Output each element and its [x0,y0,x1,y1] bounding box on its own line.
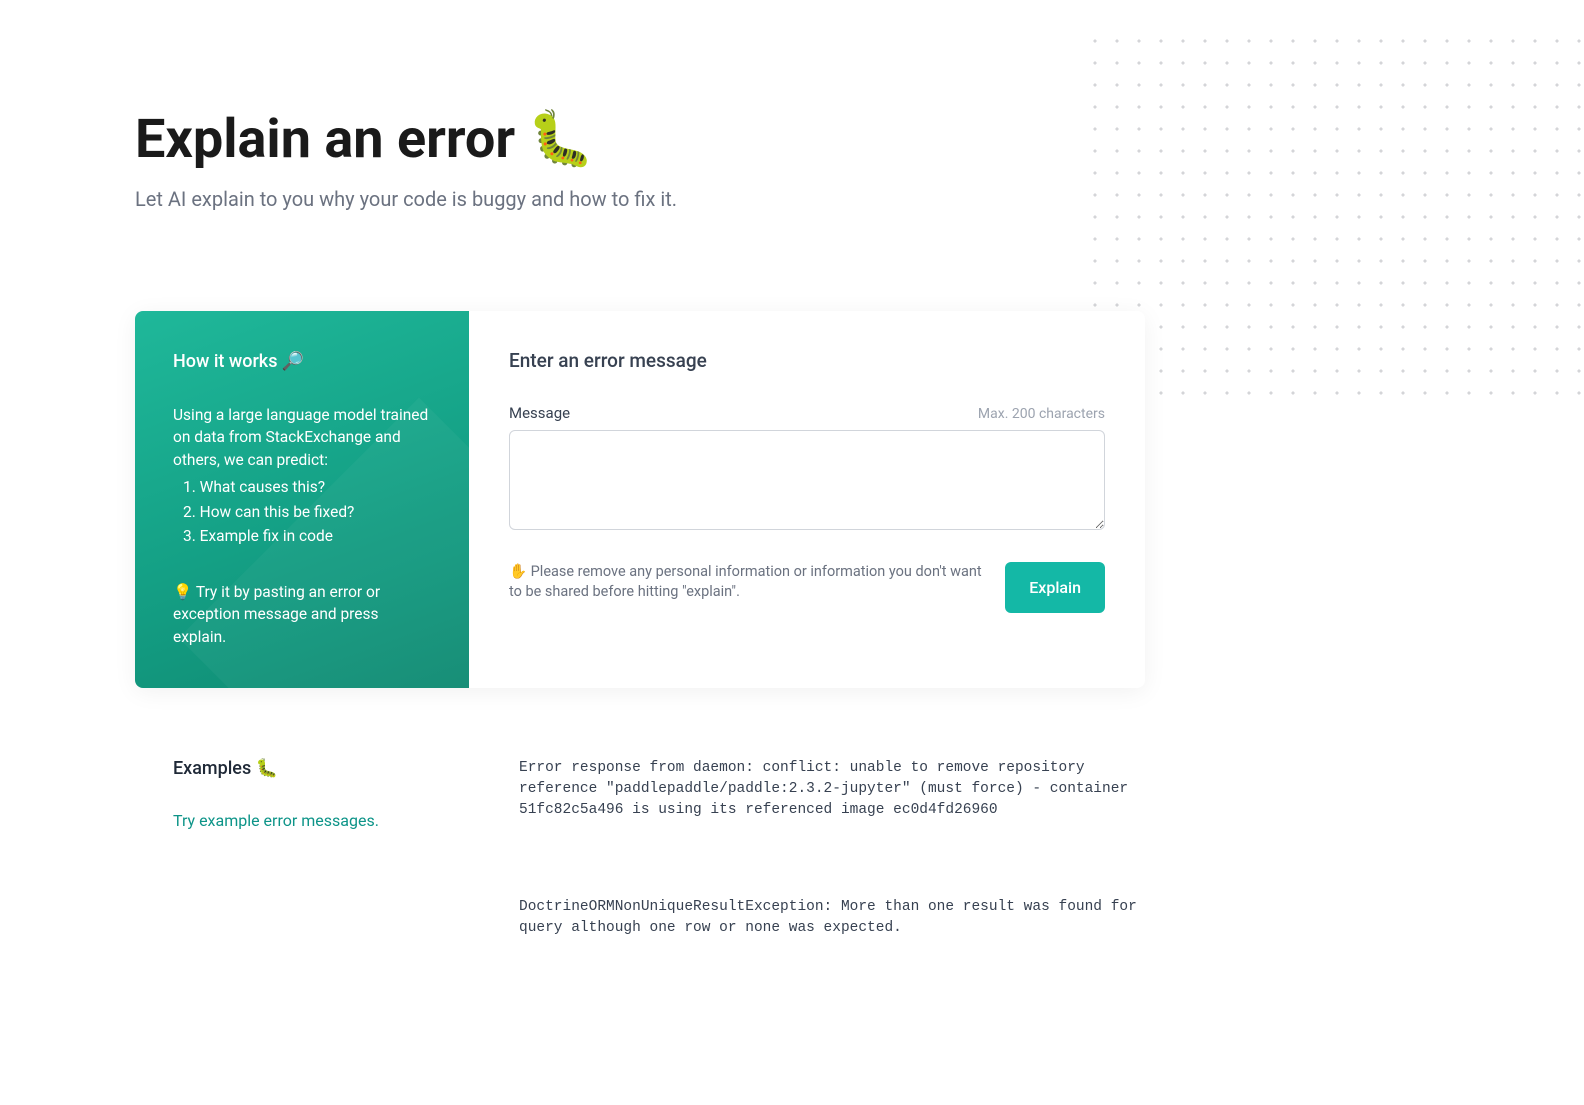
how-it-works-list: 1. What causes this? 2. How can this be … [173,475,435,548]
examples-list: Error response from daemon: conflict: un… [519,758,1145,1015]
example-item-1[interactable]: Error response from daemon: conflict: un… [519,758,1145,821]
examples-left: Examples 🐛 Try example error messages. [135,758,469,1015]
how-item-3: 3. Example fix in code [183,524,435,548]
how-it-works-title: How it works 🔎 [173,351,435,372]
page-title: Explain an error 🐛 [135,108,1449,171]
how-it-works-try: 💡 Try it by pasting an error or exceptio… [173,581,435,648]
privacy-note: ✋ Please remove any personal information… [509,562,985,603]
form-heading: Enter an error message [509,349,1105,372]
message-textarea[interactable] [509,430,1105,530]
how-item-1: 1. What causes this? [183,475,435,499]
explain-button[interactable]: Explain [1005,562,1105,613]
page-container: Explain an error 🐛 Let AI explain to you… [0,0,1584,1015]
message-label: Message [509,404,570,422]
action-row: ✋ Please remove any personal information… [509,562,1105,613]
examples-title: Examples 🐛 [173,758,469,779]
main-card: How it works 🔎 Using a large language mo… [135,311,1145,688]
examples-section: Examples 🐛 Try example error messages. E… [135,758,1145,1015]
form-panel: Enter an error message Message Max. 200 … [469,311,1145,688]
char-limit-label: Max. 200 characters [978,406,1105,422]
examples-description: Try example error messages. [173,811,469,830]
how-item-2: 2. How can this be fixed? [183,500,435,524]
page-title-text: Explain an error [135,108,515,171]
how-it-works-panel: How it works 🔎 Using a large language mo… [135,311,469,688]
label-row: Message Max. 200 characters [509,404,1105,422]
example-item-2[interactable]: DoctrineORMNonUniqueResultException: Mor… [519,897,1145,939]
page-subtitle: Let AI explain to you why your code is b… [135,187,1449,211]
how-it-works-description: Using a large language model trained on … [173,404,435,471]
bug-icon: 🐛 [527,108,594,171]
